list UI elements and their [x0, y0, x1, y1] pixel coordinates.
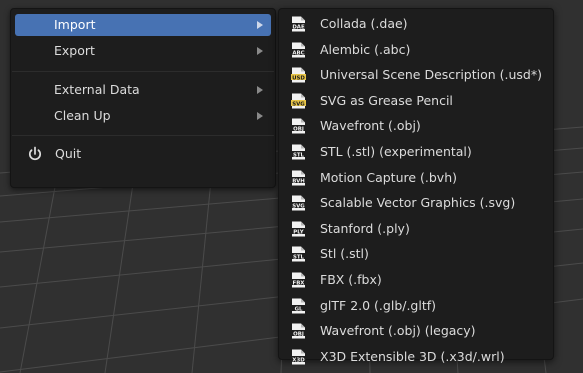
import-item[interactable]: SVG Scalable Vector Graphics (.svg): [284, 192, 549, 214]
file-format-icon-text: OBJ: [293, 331, 304, 337]
menu-item-quit-label: Quit: [55, 146, 82, 161]
import-item[interactable]: GL glTF 2.0 (.glb/.gltf): [284, 295, 549, 317]
import-item[interactable]: BVH Motion Capture (.bvh): [284, 167, 549, 189]
power-icon: [29, 146, 41, 161]
import-item[interactable]: X3D X3D Extensible 3D (.x3d/.wrl): [284, 346, 549, 368]
file-format-icon-text: SVG: [292, 101, 305, 107]
file-format-icon: BVH: [291, 170, 306, 186]
import-item-label: Collada (.dae): [320, 16, 408, 31]
file-format-icon-text: X3D: [292, 357, 305, 363]
import-item[interactable]: FBX FBX (.fbx): [284, 269, 549, 291]
submenu-arrow-icon: [257, 21, 263, 29]
file-format-icon: STL: [291, 246, 306, 262]
file-format-icon: OBJ: [291, 323, 306, 339]
import-item[interactable]: SVG SVG as Grease Pencil: [284, 90, 549, 112]
file-format-icon: DAE: [291, 16, 306, 32]
file-format-icon-text: BVH: [292, 178, 305, 184]
import-item[interactable]: ABC Alembic (.abc): [284, 39, 549, 61]
import-item[interactable]: OBJ Wavefront (.obj) (legacy): [284, 320, 549, 342]
import-item-label: Motion Capture (.bvh): [320, 169, 458, 185]
import-submenu: DAE Collada (.dae) ABC Alembic (.abc) USD Uni…: [278, 8, 554, 365]
import-item[interactable]: STL STL (.stl) (experimental): [284, 141, 549, 163]
import-item-label: STL (.stl) (experimental): [320, 144, 472, 159]
submenu-arrow-icon: [257, 86, 263, 94]
file-format-icon: PLY: [291, 221, 306, 237]
file-format-icon: ABC: [291, 42, 306, 58]
file-format-icon: OBJ: [291, 118, 306, 134]
file-format-icon-text: USD: [292, 75, 305, 81]
file-format-icon-text: DAE: [292, 24, 305, 30]
menu-item-quit[interactable]: Quit: [15, 143, 271, 165]
import-item-label: Universal Scene Description (.usd*): [320, 67, 542, 83]
import-item[interactable]: OBJ Wavefront (.obj): [284, 115, 549, 137]
file-format-icon-text: STL: [293, 255, 305, 261]
import-item-label: Stl (.stl): [320, 246, 369, 262]
menu-separator: [12, 71, 274, 72]
menu-item-export[interactable]: Export: [15, 40, 271, 62]
import-item-label: Alembic (.abc): [320, 41, 411, 57]
menu-item-external-data-label: External Data: [54, 82, 140, 97]
menu-item-import-label: Import: [54, 17, 96, 32]
import-item-label: Wavefront (.obj): [320, 118, 421, 134]
menu-item-import[interactable]: Import: [15, 14, 271, 36]
import-item-label: Stanford (.ply): [320, 220, 410, 236]
file-format-icon: SVG: [291, 93, 306, 109]
file-format-icon-text: OBJ: [293, 127, 304, 133]
file-format-icon: SVG: [291, 195, 306, 211]
file-format-icon-text: GL: [295, 306, 303, 312]
import-item-label: X3D Extensible 3D (.x3d/.wrl): [320, 348, 505, 364]
file-format-icon: FBX: [291, 272, 306, 288]
import-item-label: Scalable Vector Graphics (.svg): [320, 195, 516, 211]
file-format-icon-text: SVG: [292, 203, 305, 209]
file-format-icon-text: STL: [293, 152, 305, 158]
menu-separator: [12, 135, 274, 136]
import-item-label: SVG as Grease Pencil: [320, 92, 453, 108]
submenu-arrow-icon: [257, 47, 263, 55]
file-format-icon-text: PLY: [293, 229, 304, 235]
import-item[interactable]: PLY Stanford (.ply): [284, 218, 549, 240]
import-item[interactable]: DAE Collada (.dae): [284, 13, 549, 35]
menu-item-clean-up-label: Clean Up: [54, 108, 111, 123]
file-format-icon: X3D: [291, 349, 306, 365]
import-item[interactable]: STL Stl (.stl): [284, 243, 549, 265]
import-item[interactable]: USD Universal Scene Description (.usd*): [284, 64, 549, 86]
file-format-icon: STL: [291, 144, 306, 160]
menu-item-export-label: Export: [54, 43, 95, 58]
file-format-icon-text: ABC: [292, 50, 304, 56]
import-item-label: Wavefront (.obj) (legacy): [320, 323, 476, 339]
file-format-icon: USD: [291, 67, 306, 83]
import-item-label: FBX (.fbx): [320, 272, 382, 287]
menu-item-clean-up[interactable]: Clean Up: [15, 105, 271, 127]
submenu-arrow-icon: [257, 112, 263, 120]
import-item-label: glTF 2.0 (.glb/.gltf): [320, 297, 437, 313]
file-format-icon-text: FBX: [293, 280, 306, 286]
menu-item-external-data[interactable]: External Data: [15, 79, 271, 101]
file-menu: Import Export External Data Clean Up Qui…: [10, 8, 276, 188]
file-format-icon: GL: [291, 298, 306, 314]
